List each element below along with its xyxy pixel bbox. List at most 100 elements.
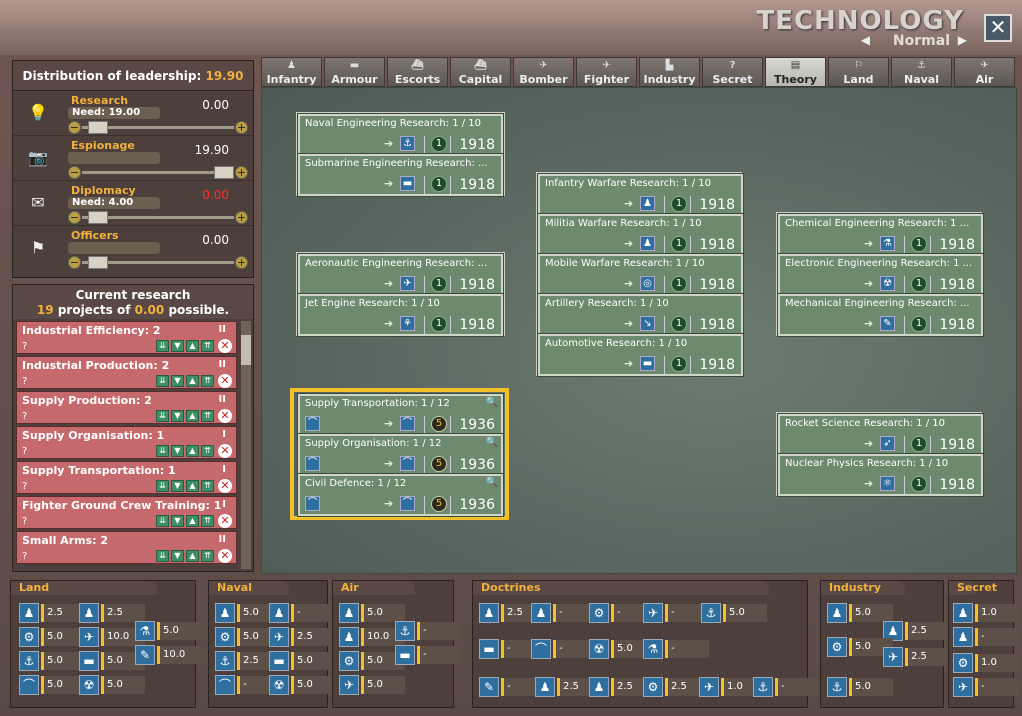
doctrine-icon[interactable]: ♟ [589, 677, 609, 697]
tab-infantry[interactable]: ♟ Infantry [261, 57, 322, 87]
tech-card[interactable]: ⌒ 🔍 Civil Defence: 1 / 12 ➔ ⌒ 5 1936 [298, 474, 503, 516]
tab-bomber[interactable]: ✈ Bomber [513, 57, 574, 87]
tech-card[interactable]: Rocket Science Research: 1 / 10 ➔ ➶ 1 1918 [778, 414, 983, 456]
move-top-icon[interactable]: ⇈ [201, 340, 214, 352]
move-down-icon[interactable]: ▼ [171, 410, 184, 422]
doctrine-icon[interactable]: ⚙ [953, 653, 973, 673]
doctrine-icon[interactable]: ▬ [395, 645, 415, 665]
doctrine-icon[interactable]: ⚓ [827, 677, 847, 697]
tab-air[interactable]: ✈ Air [954, 57, 1015, 87]
tech-card[interactable]: ⌒ 🔍 Supply Organisation: 1 / 12 ➔ ⌒ 5 1936 [298, 434, 503, 476]
doctrine-icon[interactable]: ♟ [269, 603, 289, 623]
remove-icon[interactable]: ✕ [218, 409, 232, 423]
queue-item[interactable]: Small Arms: 2? II ⇊ ▼ ▲ ⇈ ✕ [16, 531, 237, 564]
close-button[interactable]: ✕ [984, 14, 1012, 42]
doctrine-icon[interactable]: ✎ [135, 645, 155, 665]
doctrine-icon[interactable]: ♟ [339, 603, 359, 623]
doctrine-icon[interactable]: ⌒ [215, 675, 235, 695]
queue-scrollbar[interactable] [241, 321, 251, 569]
diplomacy-slider[interactable]: − + [68, 211, 248, 224]
queue-item[interactable]: Industrial Efficiency: 2? II ⇊ ▼ ▲ ⇈ ✕ [16, 321, 237, 354]
queue-item[interactable]: Industrial Production: 2? II ⇊ ▼ ▲ ⇈ ✕ [16, 356, 237, 389]
doctrine-icon[interactable]: ✎ [479, 677, 499, 697]
move-top-icon[interactable]: ⇈ [201, 550, 214, 562]
doctrine-icon[interactable]: ♟ [531, 603, 551, 623]
tab-secret[interactable]: ? Secret [702, 57, 763, 87]
move-up-icon[interactable]: ▲ [186, 445, 199, 457]
magnifier-icon[interactable]: 🔍 [486, 477, 498, 488]
tech-card[interactable]: ⌒ 🔍 Supply Transportation: 1 / 12 ➔ ⌒ 5 1936 [298, 394, 503, 436]
magnifier-icon[interactable]: 🔍 [486, 397, 498, 408]
remove-icon[interactable]: ✕ [218, 444, 232, 458]
move-down-icon[interactable]: ▼ [171, 340, 184, 352]
officers-slider[interactable]: − + [68, 256, 248, 269]
doctrine-icon[interactable]: ⚗ [643, 639, 663, 659]
minus-icon[interactable]: − [68, 166, 81, 179]
move-down-icon[interactable]: ▼ [171, 480, 184, 492]
plus-icon[interactable]: + [235, 121, 248, 134]
move-bottom-icon[interactable]: ⇊ [156, 340, 169, 352]
doctrine-icon[interactable]: ⚓ [19, 651, 39, 671]
doctrine-icon[interactable]: ♟ [339, 627, 359, 647]
tech-card[interactable]: Chemical Engineering Research: 1 ... ➔ ⚗ 1 1… [778, 214, 983, 256]
move-top-icon[interactable]: ⇈ [201, 480, 214, 492]
move-bottom-icon[interactable]: ⇊ [156, 550, 169, 562]
doctrine-icon[interactable]: ⌒ [531, 639, 551, 659]
doctrine-icon[interactable]: ☢ [589, 639, 609, 659]
plus-icon[interactable]: + [235, 256, 248, 269]
move-top-icon[interactable]: ⇈ [201, 375, 214, 387]
doctrine-icon[interactable]: ✈ [79, 627, 99, 647]
tech-card[interactable]: Naval Engineering Research: 1 / 10 ➔ ⚓ 1 191… [298, 114, 503, 156]
doctrine-icon[interactable]: ♟ [479, 603, 499, 623]
move-up-icon[interactable]: ▲ [186, 480, 199, 492]
minus-icon[interactable]: − [68, 121, 81, 134]
doctrine-icon[interactable]: ⌒ [19, 675, 39, 695]
move-top-icon[interactable]: ⇈ [201, 410, 214, 422]
move-bottom-icon[interactable]: ⇊ [156, 445, 169, 457]
magnifier-icon[interactable]: 🔍 [486, 437, 498, 448]
tech-card[interactable]: Artillery Research: 1 / 10 ➔ ↘ 1 1918 [538, 294, 743, 336]
plus-icon[interactable]: + [235, 166, 248, 179]
tab-fighter[interactable]: ✈ Fighter [576, 57, 637, 87]
tech-card[interactable]: Nuclear Physics Research: 1 / 10 ➔ ⚛ 1 1918 [778, 454, 983, 496]
tab-theory[interactable]: ▤ Theory [765, 57, 826, 87]
remove-icon[interactable]: ✕ [218, 374, 232, 388]
doctrine-icon[interactable]: ♟ [79, 603, 99, 623]
move-down-icon[interactable]: ▼ [171, 445, 184, 457]
doctrine-icon[interactable]: ▬ [79, 651, 99, 671]
tech-card[interactable]: Infantry Warfare Research: 1 / 10 ➔ ♟ 1 1918 [538, 174, 743, 216]
remove-icon[interactable]: ✕ [218, 339, 232, 353]
doctrine-icon[interactable]: ♟ [953, 627, 973, 647]
move-up-icon[interactable]: ▲ [186, 375, 199, 387]
move-top-icon[interactable]: ⇈ [201, 445, 214, 457]
doctrine-icon[interactable]: ✈ [339, 675, 359, 695]
tech-card[interactable]: Jet Engine Research: 1 / 10 ➔ ⚘ 1 1918 [298, 294, 503, 336]
tech-card[interactable]: Aeronautic Engineering Research: ... ➔ ✈ 1 1… [298, 254, 503, 296]
scroll-thumb[interactable] [241, 335, 251, 365]
prev-mode-arrow-icon[interactable]: ◀ [861, 33, 870, 47]
doctrine-icon[interactable]: ⚗ [135, 621, 155, 641]
tab-escorts[interactable]: ⛴ Escorts [387, 57, 448, 87]
queue-item[interactable]: Fighter Ground Crew Training: 1? I ⇊ ▼ ▲ ⇈ ✕ [16, 496, 237, 529]
tab-armour[interactable]: ▬ Armour [324, 57, 385, 87]
doctrine-icon[interactable]: ✈ [883, 647, 903, 667]
tech-card[interactable]: Mechanical Engineering Research: ... ➔ ✎ 1 1… [778, 294, 983, 336]
tech-card[interactable]: Electronic Engineering Research: 1 ... ➔ ☢… [778, 254, 983, 296]
doctrine-icon[interactable]: ♟ [827, 603, 847, 623]
move-down-icon[interactable]: ▼ [171, 515, 184, 527]
research-slider[interactable]: − + [68, 121, 248, 134]
tab-land[interactable]: ⚐ Land [828, 57, 889, 87]
queue-item[interactable]: Supply Production: 2? II ⇊ ▼ ▲ ⇈ ✕ [16, 391, 237, 424]
move-up-icon[interactable]: ▲ [186, 550, 199, 562]
doctrine-icon[interactable]: ▬ [269, 651, 289, 671]
queue-item[interactable]: Supply Transportation: 1? I ⇊ ▼ ▲ ⇈ ✕ [16, 461, 237, 494]
move-bottom-icon[interactable]: ⇊ [156, 375, 169, 387]
espionage-slider[interactable]: − + [68, 166, 248, 179]
doctrine-icon[interactable]: ♟ [215, 603, 235, 623]
doctrine-icon[interactable]: ✈ [699, 677, 719, 697]
move-top-icon[interactable]: ⇈ [201, 515, 214, 527]
plus-icon[interactable]: + [235, 211, 248, 224]
tech-card[interactable]: Mobile Warfare Research: 1 / 10 ➔ ◎ 1 1918 [538, 254, 743, 296]
doctrine-icon[interactable]: ▬ [479, 639, 499, 659]
doctrine-icon[interactable]: ⚙ [643, 677, 663, 697]
